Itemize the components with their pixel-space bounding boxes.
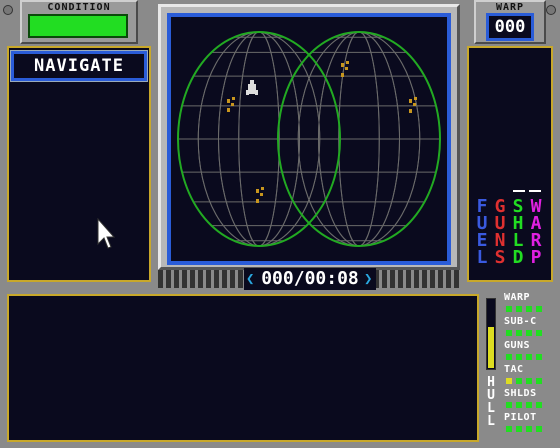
system-pip [516, 330, 522, 336]
system-row: SUB-C [502, 316, 558, 340]
mouse-pointer-icon [97, 218, 115, 249]
system-row: WARP [502, 292, 558, 316]
resource-letter: D [512, 247, 524, 268]
system-pip [506, 330, 512, 336]
system-pip [526, 354, 532, 360]
system-label: PILOT [504, 412, 537, 423]
system-pip [506, 306, 512, 312]
system-pip [526, 330, 532, 336]
planet-marker[interactable] [409, 97, 417, 113]
ship-icon[interactable] [246, 80, 258, 95]
system-pip [536, 378, 542, 384]
system-pip [536, 330, 542, 336]
system-row: SHLDS [502, 388, 558, 412]
gauge-caret [529, 190, 541, 192]
system-pip [536, 354, 542, 360]
system-pip [526, 378, 532, 384]
system-pip [526, 402, 532, 408]
system-pip [516, 354, 522, 360]
system-label: TAC [504, 364, 524, 375]
command-panel: NAVIGATE [7, 46, 151, 282]
system-pip [506, 402, 512, 408]
resource-letter: S [494, 247, 506, 268]
systems-list: WARP SUB-C GUNS TAC SHLDS PILOT [502, 292, 558, 442]
resource-letter: L [476, 247, 488, 268]
timer-right-arrow-icon: ❯ [364, 271, 373, 287]
system-row: GUNS [502, 340, 558, 364]
resource-column: FUEL [473, 198, 491, 268]
map-screen [167, 13, 451, 265]
system-pip [516, 378, 522, 384]
hull-gauge [486, 298, 496, 370]
star-map [177, 31, 441, 247]
system-label: SUB-C [504, 316, 537, 327]
warp-readout: 000 [486, 13, 534, 41]
hull-label: HULL [484, 376, 498, 428]
resource-column: WARP [527, 198, 545, 268]
resource-letter: P [530, 247, 542, 268]
resource-columns: FUELGUNSSHLDWARP [473, 198, 549, 278]
screw-icon [546, 5, 556, 15]
screw-icon [3, 5, 13, 15]
navigate-button[interactable]: NAVIGATE [10, 50, 148, 82]
timer-box: ❮ 000/00:08 ❯ [244, 268, 376, 290]
resource-column: GUNS [491, 198, 509, 268]
system-pip [506, 426, 512, 432]
hull-letter: L [487, 414, 495, 429]
system-label: GUNS [504, 340, 531, 351]
system-pip [536, 426, 542, 432]
system-row: TAC [502, 364, 558, 388]
hull-gauge-fill [488, 327, 494, 368]
system-pip [516, 306, 522, 312]
system-pip [536, 402, 542, 408]
system-pip [526, 306, 532, 312]
system-pip [516, 426, 522, 432]
condition-panel: CONDITION [20, 0, 138, 44]
system-pip [526, 426, 532, 432]
system-pip [506, 378, 512, 384]
resource-column: SHLD [509, 198, 527, 268]
system-pip [516, 402, 522, 408]
condition-label: CONDITION [47, 2, 111, 13]
gauge-caret [513, 190, 525, 192]
condition-indicator [28, 14, 128, 38]
system-label: WARP [504, 292, 531, 303]
status-panel: FUELGUNSSHLDWARP [467, 46, 553, 282]
planet-marker[interactable] [227, 97, 235, 112]
warp-label: WARP [495, 2, 525, 13]
system-pip [506, 354, 512, 360]
planet-marker[interactable] [256, 187, 264, 203]
map-frame [158, 4, 460, 270]
message-panel [7, 294, 479, 442]
warp-panel: WARP 000 [474, 0, 546, 44]
system-label: SHLDS [504, 388, 537, 399]
system-pip [536, 306, 542, 312]
timer-readout: 000/00:08 [261, 268, 359, 289]
system-row: PILOT [502, 412, 558, 436]
